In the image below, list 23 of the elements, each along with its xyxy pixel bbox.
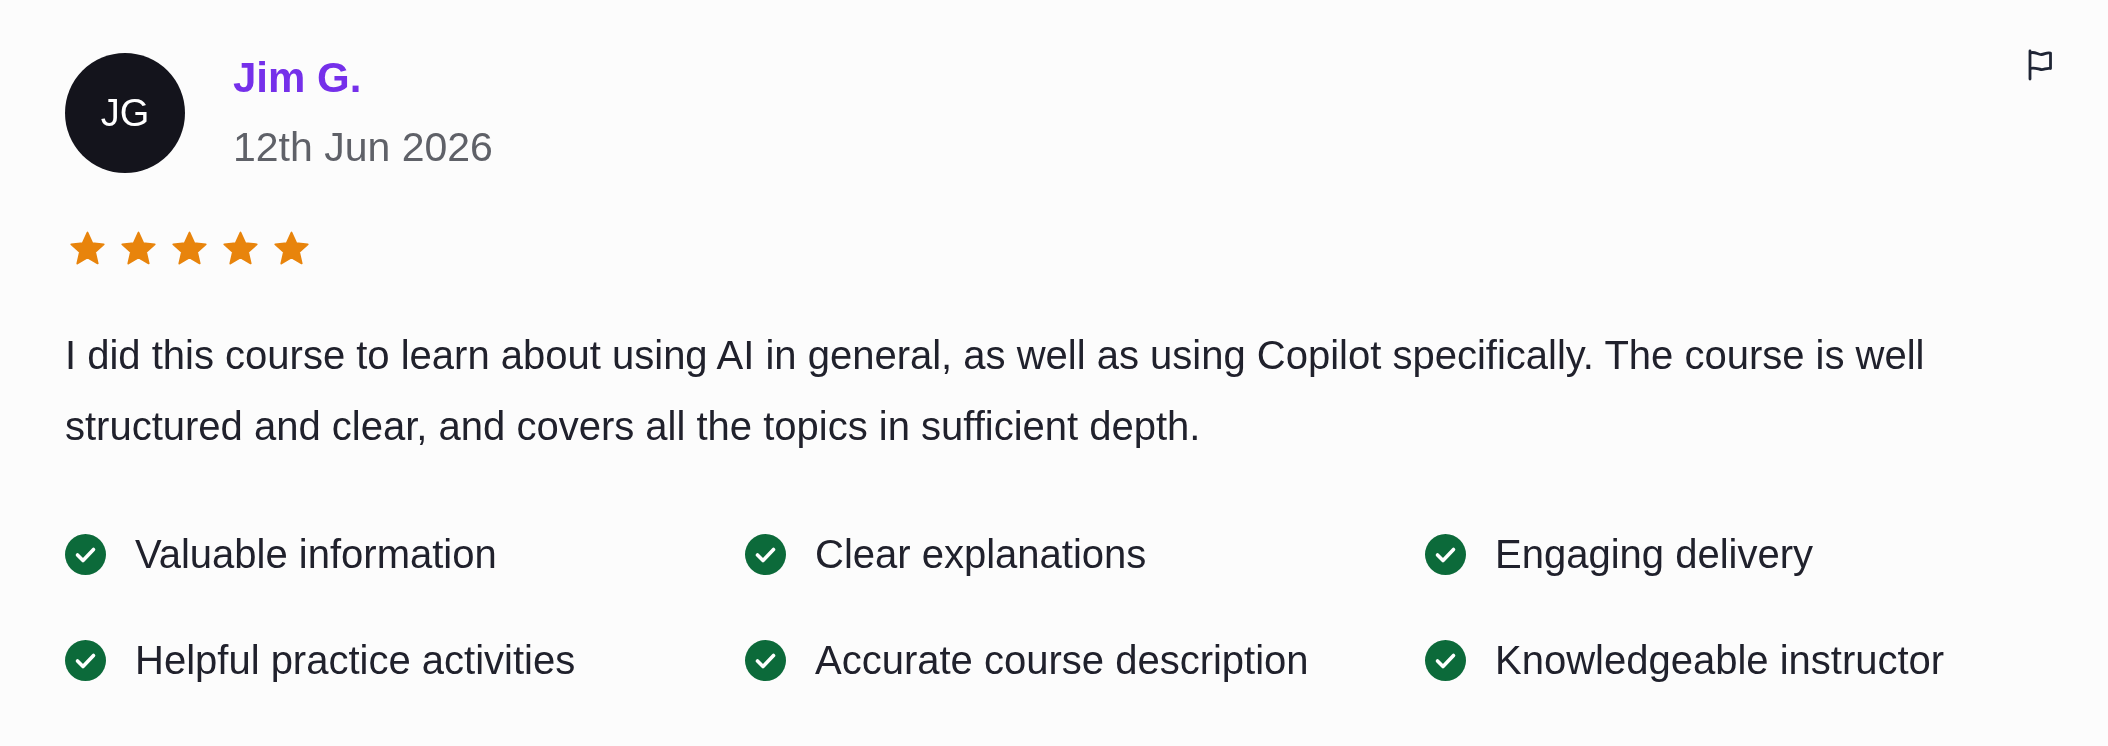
star-icon — [222, 230, 259, 266]
highlight-label: Knowledgeable instructor — [1495, 637, 1945, 684]
review-date: 12th Jun 2026 — [233, 123, 493, 171]
highlight-label: Helpful practice activities — [135, 637, 576, 684]
star-icon — [171, 230, 208, 266]
highlight-label: Engaging delivery — [1495, 531, 1813, 578]
star-icon — [69, 230, 106, 266]
check-icon — [1425, 639, 1466, 681]
flag-icon — [2027, 49, 2053, 81]
star-icon — [273, 230, 310, 266]
flag-button[interactable] — [2027, 49, 2053, 81]
avatar: JG — [65, 53, 185, 173]
highlight-label: Valuable information — [135, 531, 497, 578]
author-name: Jim G. — [233, 53, 363, 103]
review-text: I did this course to learn about using AI in general, as well as using Copilot specifically. The course is well structured and clear, and covers all the topics in sufficient depth. — [65, 332, 1926, 450]
check-icon — [745, 533, 786, 575]
highlight-label: Clear explanations — [815, 531, 1147, 578]
check-icon — [1425, 533, 1466, 575]
highlight-label: Accurate course description — [815, 637, 1309, 684]
star-icon — [120, 230, 157, 266]
check-icon — [745, 639, 786, 681]
check-icon — [65, 533, 106, 575]
check-icon — [65, 639, 106, 681]
